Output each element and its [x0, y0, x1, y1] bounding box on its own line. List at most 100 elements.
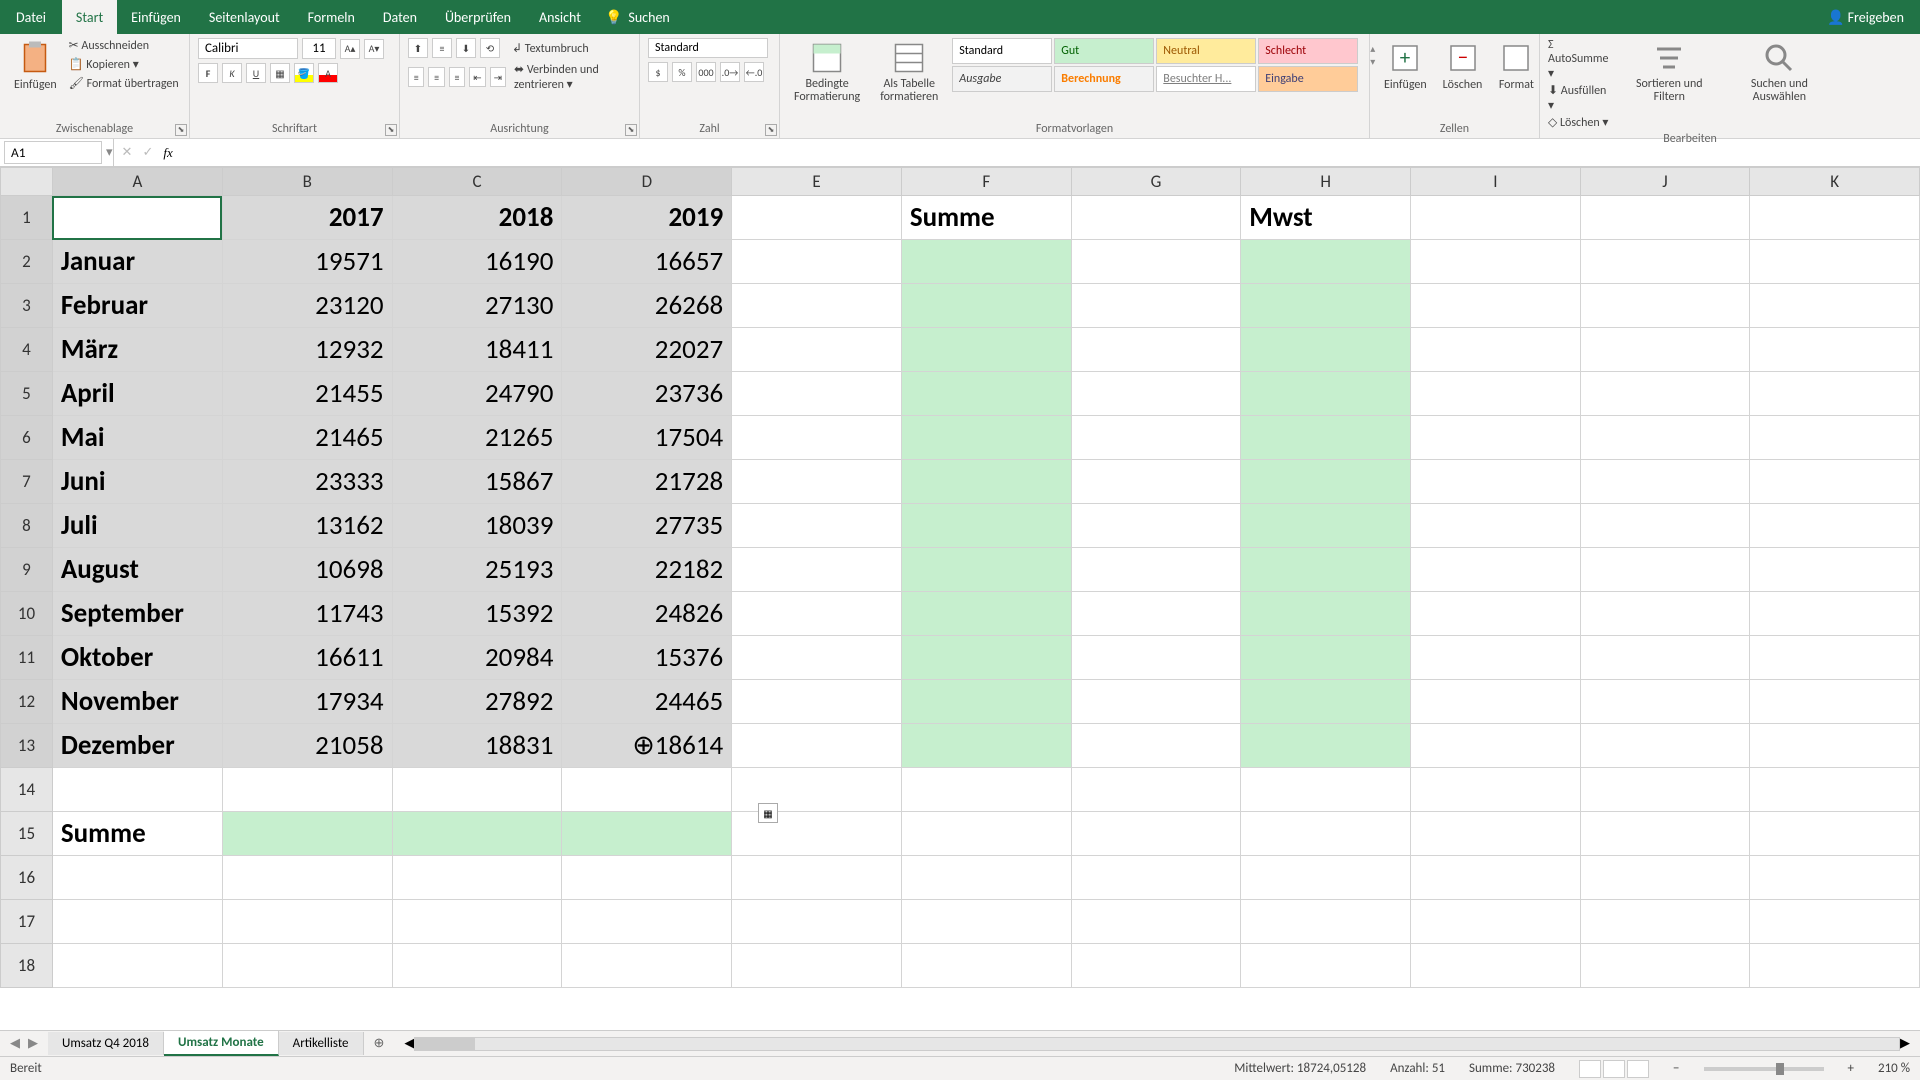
insert-cells-button[interactable]: +Einfügen: [1378, 38, 1433, 94]
row-header-17[interactable]: 17: [1, 900, 53, 944]
cell-I13[interactable]: [1411, 724, 1581, 768]
cell-A9[interactable]: August: [52, 548, 222, 592]
tab-data[interactable]: Daten: [369, 0, 431, 34]
clipboard-dialog-launcher[interactable]: ⬊: [175, 124, 187, 136]
col-header-I[interactable]: I: [1411, 168, 1581, 196]
row-header-11[interactable]: 11: [1, 636, 53, 680]
cell-F2[interactable]: [901, 240, 1071, 284]
cell-I5[interactable]: [1411, 372, 1581, 416]
cell-A12[interactable]: November: [52, 680, 222, 724]
cell-E4[interactable]: [732, 328, 902, 372]
cell-G11[interactable]: [1071, 636, 1241, 680]
cell-A8[interactable]: Juli: [52, 504, 222, 548]
style-eingabe[interactable]: Eingabe: [1258, 66, 1358, 92]
horizontal-scrollbar[interactable]: ◀▶: [394, 1036, 1920, 1051]
cell-E11[interactable]: [732, 636, 902, 680]
format-cells-button[interactable]: Format: [1492, 38, 1540, 94]
col-header-D[interactable]: D: [562, 168, 732, 196]
find-select-button[interactable]: Suchen und Auswählen: [1727, 38, 1832, 130]
cell-B3[interactable]: 23120: [222, 284, 392, 328]
cell-K8[interactable]: [1750, 504, 1920, 548]
cell-G12[interactable]: [1071, 680, 1241, 724]
cell-C10[interactable]: 15392: [392, 592, 562, 636]
cell-H3[interactable]: [1241, 284, 1411, 328]
cell-J3[interactable]: [1580, 284, 1750, 328]
row-header-10[interactable]: 10: [1, 592, 53, 636]
cell-I14[interactable]: [1411, 768, 1581, 812]
cell-H18[interactable]: [1241, 944, 1411, 988]
view-normal-icon[interactable]: [1579, 1060, 1601, 1078]
row-header-14[interactable]: 14: [1, 768, 53, 812]
cell-F10[interactable]: [901, 592, 1071, 636]
cell-I11[interactable]: [1411, 636, 1581, 680]
cell-H9[interactable]: [1241, 548, 1411, 592]
cell-H7[interactable]: [1241, 460, 1411, 504]
cell-F11[interactable]: [901, 636, 1071, 680]
align-top-icon[interactable]: ⬆: [408, 38, 428, 58]
share-button[interactable]: 👤 Freigeben: [1827, 9, 1904, 26]
col-header-G[interactable]: G: [1071, 168, 1241, 196]
cell-D11[interactable]: 15376: [562, 636, 732, 680]
cell-K17[interactable]: [1750, 900, 1920, 944]
zoom-out-icon[interactable]: −: [1673, 1061, 1679, 1076]
align-left-icon[interactable]: ≡: [408, 67, 424, 87]
alignment-dialog-launcher[interactable]: ⬊: [625, 124, 637, 136]
align-middle-icon[interactable]: ≡: [432, 38, 452, 58]
cell-A14[interactable]: [52, 768, 222, 812]
cell-G10[interactable]: [1071, 592, 1241, 636]
cell-K3[interactable]: [1750, 284, 1920, 328]
tab-formulas[interactable]: Formeln: [294, 0, 369, 34]
cell-E17[interactable]: [732, 900, 902, 944]
cell-E18[interactable]: [732, 944, 902, 988]
cell-A18[interactable]: [52, 944, 222, 988]
cell-C12[interactable]: 27892: [392, 680, 562, 724]
cell-G5[interactable]: [1071, 372, 1241, 416]
style-standard[interactable]: Standard: [952, 38, 1052, 64]
row-header-16[interactable]: 16: [1, 856, 53, 900]
cell-F8[interactable]: [901, 504, 1071, 548]
font-color-button[interactable]: A: [318, 63, 338, 83]
col-header-J[interactable]: J: [1580, 168, 1750, 196]
cell-G16[interactable]: [1071, 856, 1241, 900]
percent-icon[interactable]: %: [672, 62, 692, 82]
cell-B6[interactable]: 21465: [222, 416, 392, 460]
cell-E10[interactable]: [732, 592, 902, 636]
cell-B9[interactable]: 10698: [222, 548, 392, 592]
cell-H14[interactable]: [1241, 768, 1411, 812]
cell-H16[interactable]: [1241, 856, 1411, 900]
decrease-font-icon[interactable]: A▾: [364, 39, 384, 59]
cell-I6[interactable]: [1411, 416, 1581, 460]
increase-font-icon[interactable]: A▴: [340, 39, 360, 59]
cell-I18[interactable]: [1411, 944, 1581, 988]
cell-C4[interactable]: 18411: [392, 328, 562, 372]
sheet-tab-0[interactable]: Umsatz Q4 2018: [48, 1032, 164, 1055]
cell-K7[interactable]: [1750, 460, 1920, 504]
cell-I2[interactable]: [1411, 240, 1581, 284]
cell-H2[interactable]: [1241, 240, 1411, 284]
cell-J12[interactable]: [1580, 680, 1750, 724]
cell-G14[interactable]: [1071, 768, 1241, 812]
cell-J7[interactable]: [1580, 460, 1750, 504]
cell-J14[interactable]: [1580, 768, 1750, 812]
cell-C14[interactable]: [392, 768, 562, 812]
cell-E7[interactable]: [732, 460, 902, 504]
cell-A6[interactable]: Mai: [52, 416, 222, 460]
cell-K4[interactable]: [1750, 328, 1920, 372]
clear-button[interactable]: ◇ Löschen ▾: [1548, 115, 1612, 130]
comma-icon[interactable]: 000: [696, 62, 716, 82]
cell-F3[interactable]: [901, 284, 1071, 328]
cell-J17[interactable]: [1580, 900, 1750, 944]
cell-F7[interactable]: [901, 460, 1071, 504]
worksheet-grid[interactable]: A B C D E F G H I J K 1201720182019Summe…: [0, 167, 1920, 1030]
cell-G17[interactable]: [1071, 900, 1241, 944]
row-header-3[interactable]: 3: [1, 284, 53, 328]
cell-A16[interactable]: [52, 856, 222, 900]
cell-J1[interactable]: [1580, 196, 1750, 240]
view-page-break-icon[interactable]: [1627, 1060, 1649, 1078]
cell-D16[interactable]: [562, 856, 732, 900]
format-as-table-button[interactable]: Als Tabelle formatieren: [874, 38, 944, 106]
inc-decimal-icon[interactable]: .0→: [720, 62, 740, 82]
cell-A15[interactable]: Summe: [52, 812, 222, 856]
sort-filter-button[interactable]: Sortieren und Filtern: [1622, 38, 1717, 130]
indent-dec-icon[interactable]: ⇤: [469, 67, 485, 87]
